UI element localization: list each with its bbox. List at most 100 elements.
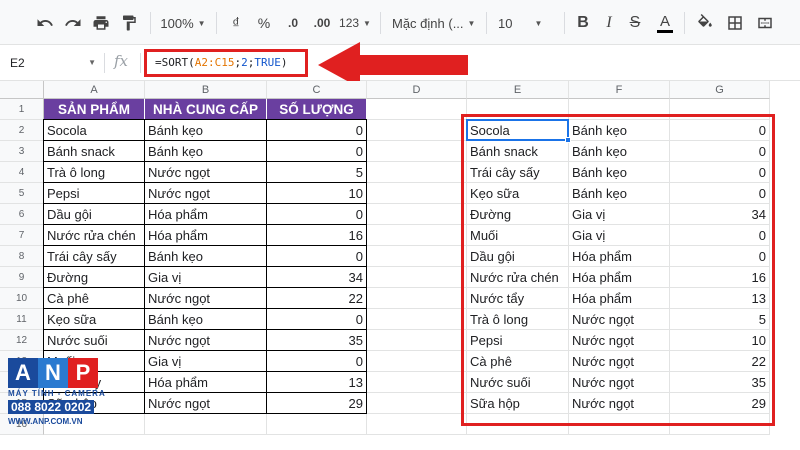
sorted-result-cell[interactable]: Sữa hộp (467, 393, 569, 414)
source-data-cell[interactable]: Nước ngọt (144, 161, 267, 183)
row-header[interactable]: 8 (0, 246, 44, 267)
column-title-cell[interactable]: SỐ LƯỢNG (267, 99, 367, 120)
source-data-cell[interactable]: 22 (266, 287, 367, 309)
empty-cell[interactable] (145, 414, 267, 435)
empty-cell[interactable] (367, 183, 467, 204)
sorted-result-cell[interactable]: 5 (670, 309, 770, 330)
row-header[interactable]: 6 (0, 204, 44, 225)
source-data-cell[interactable]: Nước ngọt (144, 392, 267, 414)
empty-cell[interactable] (367, 330, 467, 351)
empty-cell[interactable] (367, 99, 467, 120)
source-data-cell[interactable]: Đường (43, 266, 145, 288)
sorted-result-cell[interactable]: Đường (467, 204, 569, 225)
sorted-result-cell[interactable]: Muối (467, 225, 569, 246)
empty-cell[interactable] (569, 99, 670, 120)
empty-cell[interactable] (367, 162, 467, 183)
sorted-result-cell[interactable]: Nước tẩy (467, 288, 569, 309)
currency-button[interactable]: ₫ (226, 10, 246, 36)
formula-input[interactable]: =SORT(A2:C15;2;TRUE) (144, 49, 308, 77)
sorted-result-cell[interactable]: Bánh kẹo (569, 183, 670, 204)
sorted-result-cell[interactable]: Pepsi (467, 330, 569, 351)
source-data-cell[interactable]: Hóa phẩm (144, 224, 267, 246)
source-data-cell[interactable]: Muối (43, 350, 145, 372)
sorted-result-cell[interactable]: 29 (670, 393, 770, 414)
source-data-cell[interactable]: Bánh snack (43, 140, 145, 162)
borders-icon[interactable] (724, 10, 746, 36)
source-data-cell[interactable]: 35 (266, 329, 367, 351)
sorted-result-cell[interactable]: Nước suối (467, 372, 569, 393)
font-select[interactable]: Mặc định (... ▼ (392, 10, 480, 36)
source-data-cell[interactable]: Nước ngọt (144, 329, 267, 351)
sorted-result-cell[interactable]: Nước ngọt (569, 309, 670, 330)
select-all-corner[interactable] (0, 81, 44, 99)
sorted-result-cell[interactable]: 13 (670, 288, 770, 309)
empty-cell[interactable] (569, 414, 670, 435)
sorted-result-cell[interactable]: Cà phê (467, 351, 569, 372)
more-formats-button[interactable]: 123 ▼ (338, 10, 372, 36)
sorted-result-cell[interactable]: 16 (670, 267, 770, 288)
source-data-cell[interactable]: Socola (43, 119, 145, 141)
sorted-result-cell[interactable]: Hóa phẩm (569, 246, 670, 267)
empty-cell[interactable] (367, 309, 467, 330)
row-header[interactable]: 5 (0, 183, 44, 204)
sorted-result-cell[interactable]: Bánh snack (467, 141, 569, 162)
row-header[interactable]: 15 (0, 393, 44, 414)
empty-cell[interactable] (467, 99, 569, 120)
sorted-result-cell[interactable]: Trái cây sấy (467, 162, 569, 183)
source-data-cell[interactable]: Gia vị (144, 266, 267, 288)
row-header[interactable]: 10 (0, 288, 44, 309)
sorted-result-cell[interactable]: Bánh kẹo (569, 162, 670, 183)
sorted-result-cell[interactable]: 34 (670, 204, 770, 225)
sorted-result-cell[interactable]: 0 (670, 141, 770, 162)
column-header-f[interactable]: F (569, 81, 670, 99)
undo-icon[interactable] (34, 10, 56, 36)
empty-cell[interactable] (267, 414, 367, 435)
percent-button[interactable]: % (254, 10, 274, 36)
column-header-a[interactable]: A (44, 81, 145, 99)
source-data-cell[interactable]: Nước ngọt (144, 182, 267, 204)
sorted-result-cell[interactable]: Trà ô long (467, 309, 569, 330)
column-header-e[interactable]: E (467, 81, 569, 99)
source-data-cell[interactable]: Hóa phẩm (144, 371, 267, 393)
row-header[interactable]: 4 (0, 162, 44, 183)
empty-cell[interactable] (367, 414, 467, 435)
empty-cell[interactable] (367, 351, 467, 372)
column-header-c[interactable]: C (267, 81, 367, 99)
row-header[interactable]: 16 (0, 414, 44, 435)
empty-cell[interactable] (367, 288, 467, 309)
row-header[interactable]: 11 (0, 309, 44, 330)
sorted-result-cell[interactable]: 22 (670, 351, 770, 372)
sorted-result-cell[interactable]: 0 (670, 246, 770, 267)
source-data-cell[interactable]: 34 (266, 266, 367, 288)
source-data-cell[interactable]: Gia vị (144, 350, 267, 372)
sorted-result-cell[interactable]: 0 (670, 120, 770, 141)
strikethrough-icon[interactable]: S (626, 10, 644, 36)
column-header-g[interactable]: G (670, 81, 770, 99)
source-data-cell[interactable]: Trái cây sấy (43, 245, 145, 267)
row-header[interactable]: 12 (0, 330, 44, 351)
sorted-result-cell[interactable]: 0 (670, 225, 770, 246)
source-data-cell[interactable]: Nước suối (43, 329, 145, 351)
sorted-result-cell[interactable]: Gia vị (569, 225, 670, 246)
sorted-result-cell[interactable]: Socola (467, 120, 569, 141)
sorted-result-cell[interactable]: 0 (670, 162, 770, 183)
fill-color-icon[interactable] (694, 10, 716, 36)
column-header-d[interactable]: D (367, 81, 467, 99)
decrease-decimal-button[interactable]: .0 (282, 10, 304, 36)
sorted-result-cell[interactable]: Nước rửa chén (467, 267, 569, 288)
column-title-cell[interactable]: SẢN PHẨM (44, 99, 145, 120)
zoom-select[interactable]: 100% ▼ (158, 10, 208, 36)
source-data-cell[interactable]: Bánh kẹo (144, 140, 267, 162)
column-title-cell[interactable]: NHÀ CUNG CẤP (145, 99, 267, 120)
redo-icon[interactable] (62, 10, 84, 36)
row-header[interactable]: 7 (0, 225, 44, 246)
source-data-cell[interactable]: 13 (266, 371, 367, 393)
empty-cell[interactable] (367, 267, 467, 288)
text-color-icon[interactable]: A (654, 10, 676, 36)
empty-cell[interactable] (467, 414, 569, 435)
merge-cells-icon[interactable] (754, 10, 776, 36)
row-header[interactable]: 1 (0, 99, 44, 120)
print-icon[interactable] (90, 10, 112, 36)
sorted-result-cell[interactable]: Hóa phẩm (569, 288, 670, 309)
sorted-result-cell[interactable]: Nước ngọt (569, 393, 670, 414)
